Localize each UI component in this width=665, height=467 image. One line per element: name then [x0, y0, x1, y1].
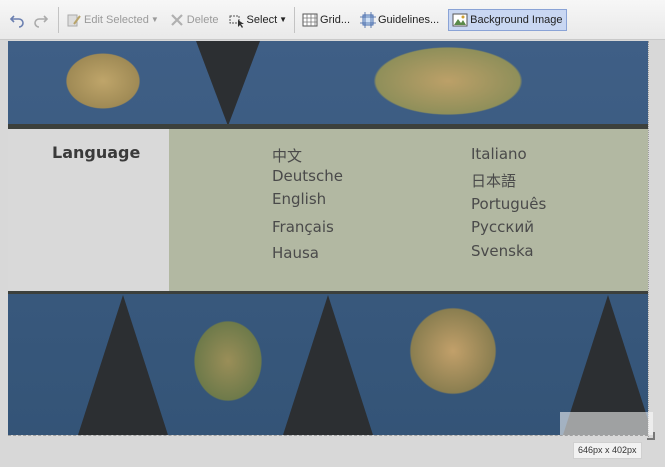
canvas-right-edge: [648, 41, 649, 439]
edit-icon: [66, 12, 82, 28]
chevron-down-icon: ▼: [150, 15, 159, 24]
design-canvas[interactable]: Language 中文 Deutsche English Français Ha…: [8, 41, 648, 435]
background-image-button[interactable]: Background Image: [448, 8, 567, 31]
chevron-down-icon: ▼: [279, 15, 288, 24]
grid-icon: [302, 12, 318, 28]
language-link[interactable]: English: [272, 190, 326, 208]
language-link[interactable]: Deutsche: [272, 167, 343, 185]
toolbar-separator: [294, 6, 296, 33]
language-link[interactable]: Svenska: [471, 242, 534, 260]
language-link[interactable]: Русский: [471, 218, 534, 236]
redo-button[interactable]: [30, 9, 54, 31]
guidelines-label: Guidelines...: [378, 13, 440, 26]
language-panel: 中文 Deutsche English Français Hausa Itali…: [169, 129, 648, 291]
edit-selected-label: Edit Selected: [84, 13, 149, 26]
grid-button[interactable]: Grid...: [299, 9, 353, 31]
canvas-bottom-edge: [8, 435, 648, 440]
delete-button[interactable]: Delete: [166, 9, 222, 31]
language-link[interactable]: Français: [272, 218, 334, 236]
background-image-label: Background Image: [470, 13, 563, 26]
language-title: Language: [52, 143, 141, 162]
select-button[interactable]: Select ▼: [226, 9, 291, 31]
delete-icon: [169, 12, 185, 28]
resize-handle[interactable]: [647, 432, 655, 440]
edit-selected-button[interactable]: Edit Selected ▼: [63, 9, 162, 31]
background-image-icon: [452, 12, 468, 28]
guidelines-button[interactable]: Guidelines...: [357, 9, 442, 31]
undo-icon: [9, 12, 25, 28]
select-label: Select: [246, 13, 278, 26]
resize-overlay: [560, 412, 653, 435]
redo-icon: [33, 12, 49, 28]
grid-label: Grid...: [320, 13, 350, 26]
language-link[interactable]: 日本語: [471, 170, 516, 191]
undo-button[interactable]: [6, 9, 30, 31]
select-icon: [229, 12, 245, 28]
designer-toolbar: Edit Selected ▼ Delete Select ▼ Grid... …: [0, 0, 665, 40]
delete-label: Delete: [186, 13, 219, 26]
language-link[interactable]: Italiano: [471, 145, 527, 163]
language-link[interactable]: Português: [471, 195, 546, 213]
language-link[interactable]: Hausa: [272, 244, 319, 262]
canvas-size-label: 646px x 402px: [573, 442, 642, 459]
guidelines-icon: [360, 11, 376, 28]
toolbar-separator: [58, 6, 59, 33]
language-link[interactable]: 中文: [272, 145, 302, 166]
